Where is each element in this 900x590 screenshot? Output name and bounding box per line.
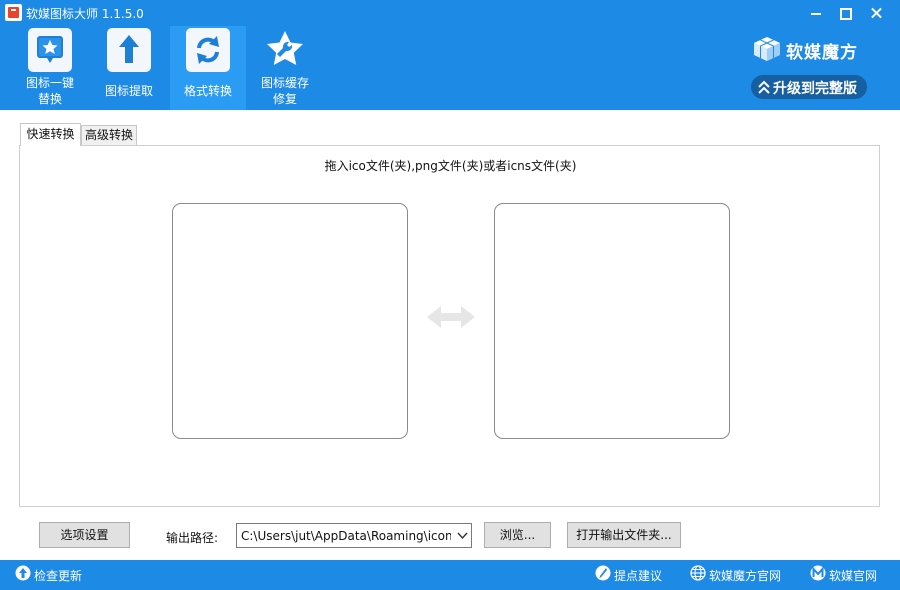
tool-label-line2: 修复 <box>272 92 297 106</box>
upgrade-label: 升级到完整版 <box>773 81 857 97</box>
upgrade-button[interactable]: 升级到完整版 <box>751 75 867 99</box>
maximize-button[interactable] <box>829 0 861 26</box>
tab-quick-convert[interactable]: 快速转换 <box>20 123 81 146</box>
output-path-select[interactable]: C:\Users\jut\AppData\Roaming\iconr <box>236 523 472 548</box>
arrow-up-circle-icon <box>15 565 31 581</box>
tab-advanced-convert[interactable]: 高级转换 <box>81 125 137 145</box>
title-bar: 软媒图标大师 1.1.5.0 <box>0 0 900 26</box>
ruanmei-site-label: 软媒官网 <box>829 569 878 583</box>
tool-label-line2: 替换 <box>37 92 62 106</box>
output-path-label: 输出路径: <box>166 531 219 545</box>
tool-label-line1: 图标缓存 <box>260 76 309 90</box>
star-frame-icon <box>28 28 72 72</box>
ruanmei-logo-icon <box>810 565 826 581</box>
status-bar: 检查更新 提点建议 软媒魔方官网 软媒官网 <box>0 560 900 590</box>
double-chevron-up-icon <box>758 80 770 94</box>
mofang-site-label: 软媒魔方官网 <box>709 569 782 583</box>
window-title: 软媒图标大师 1.1.5.0 <box>26 7 144 21</box>
tool-label-line1: 图标一键 <box>25 76 74 90</box>
drop-hint: 拖入ico文件(夹),png文件(夹)或者icns文件(夹) <box>324 159 577 173</box>
tool-icon-replace[interactable]: 图标一键 替换 <box>12 26 88 110</box>
chevron-down-icon <box>457 532 468 540</box>
options-button[interactable]: 选项设置 <box>39 522 130 548</box>
feather-pen-icon <box>595 565 611 581</box>
tool-format-convert[interactable]: 格式转换 <box>170 26 246 110</box>
cube-logo-icon <box>754 37 780 61</box>
tool-cache-repair[interactable]: 图标缓存 修复 <box>247 26 323 110</box>
convert-panel: 拖入ico文件(夹),png文件(夹)或者icns文件(夹) <box>19 145 880 507</box>
brand-name: 软媒魔方 <box>786 43 858 63</box>
brand-logo: 软媒魔方 <box>752 34 882 64</box>
close-button[interactable] <box>861 0 893 26</box>
refresh-icon <box>186 28 230 72</box>
app-logo-icon <box>5 4 22 21</box>
tool-icon-extract[interactable]: 图标提取 <box>91 26 167 110</box>
feedback-label: 提点建议 <box>614 569 663 583</box>
star-wrench-icon <box>263 28 307 72</box>
tool-label: 格式转换 <box>183 84 232 98</box>
swap-arrow-icon <box>427 306 475 328</box>
open-output-folder-button[interactable]: 打开输出文件夹... <box>567 522 681 548</box>
app-header: 软媒图标大师 1.1.5.0 图标一键 替换 图标提取 格式转换 图标缓存 修复… <box>0 0 900 110</box>
minimize-button[interactable] <box>800 0 832 26</box>
output-path-value: C:\Users\jut\AppData\Roaming\iconr <box>241 529 451 543</box>
globe-icon <box>690 565 706 581</box>
output-drop-zone[interactable] <box>494 203 730 439</box>
check-update-label: 检查更新 <box>34 569 83 583</box>
source-drop-zone[interactable] <box>172 203 408 439</box>
browse-button[interactable]: 浏览... <box>484 522 551 548</box>
upload-arrow-icon <box>107 28 151 72</box>
tool-label: 图标提取 <box>104 84 153 98</box>
